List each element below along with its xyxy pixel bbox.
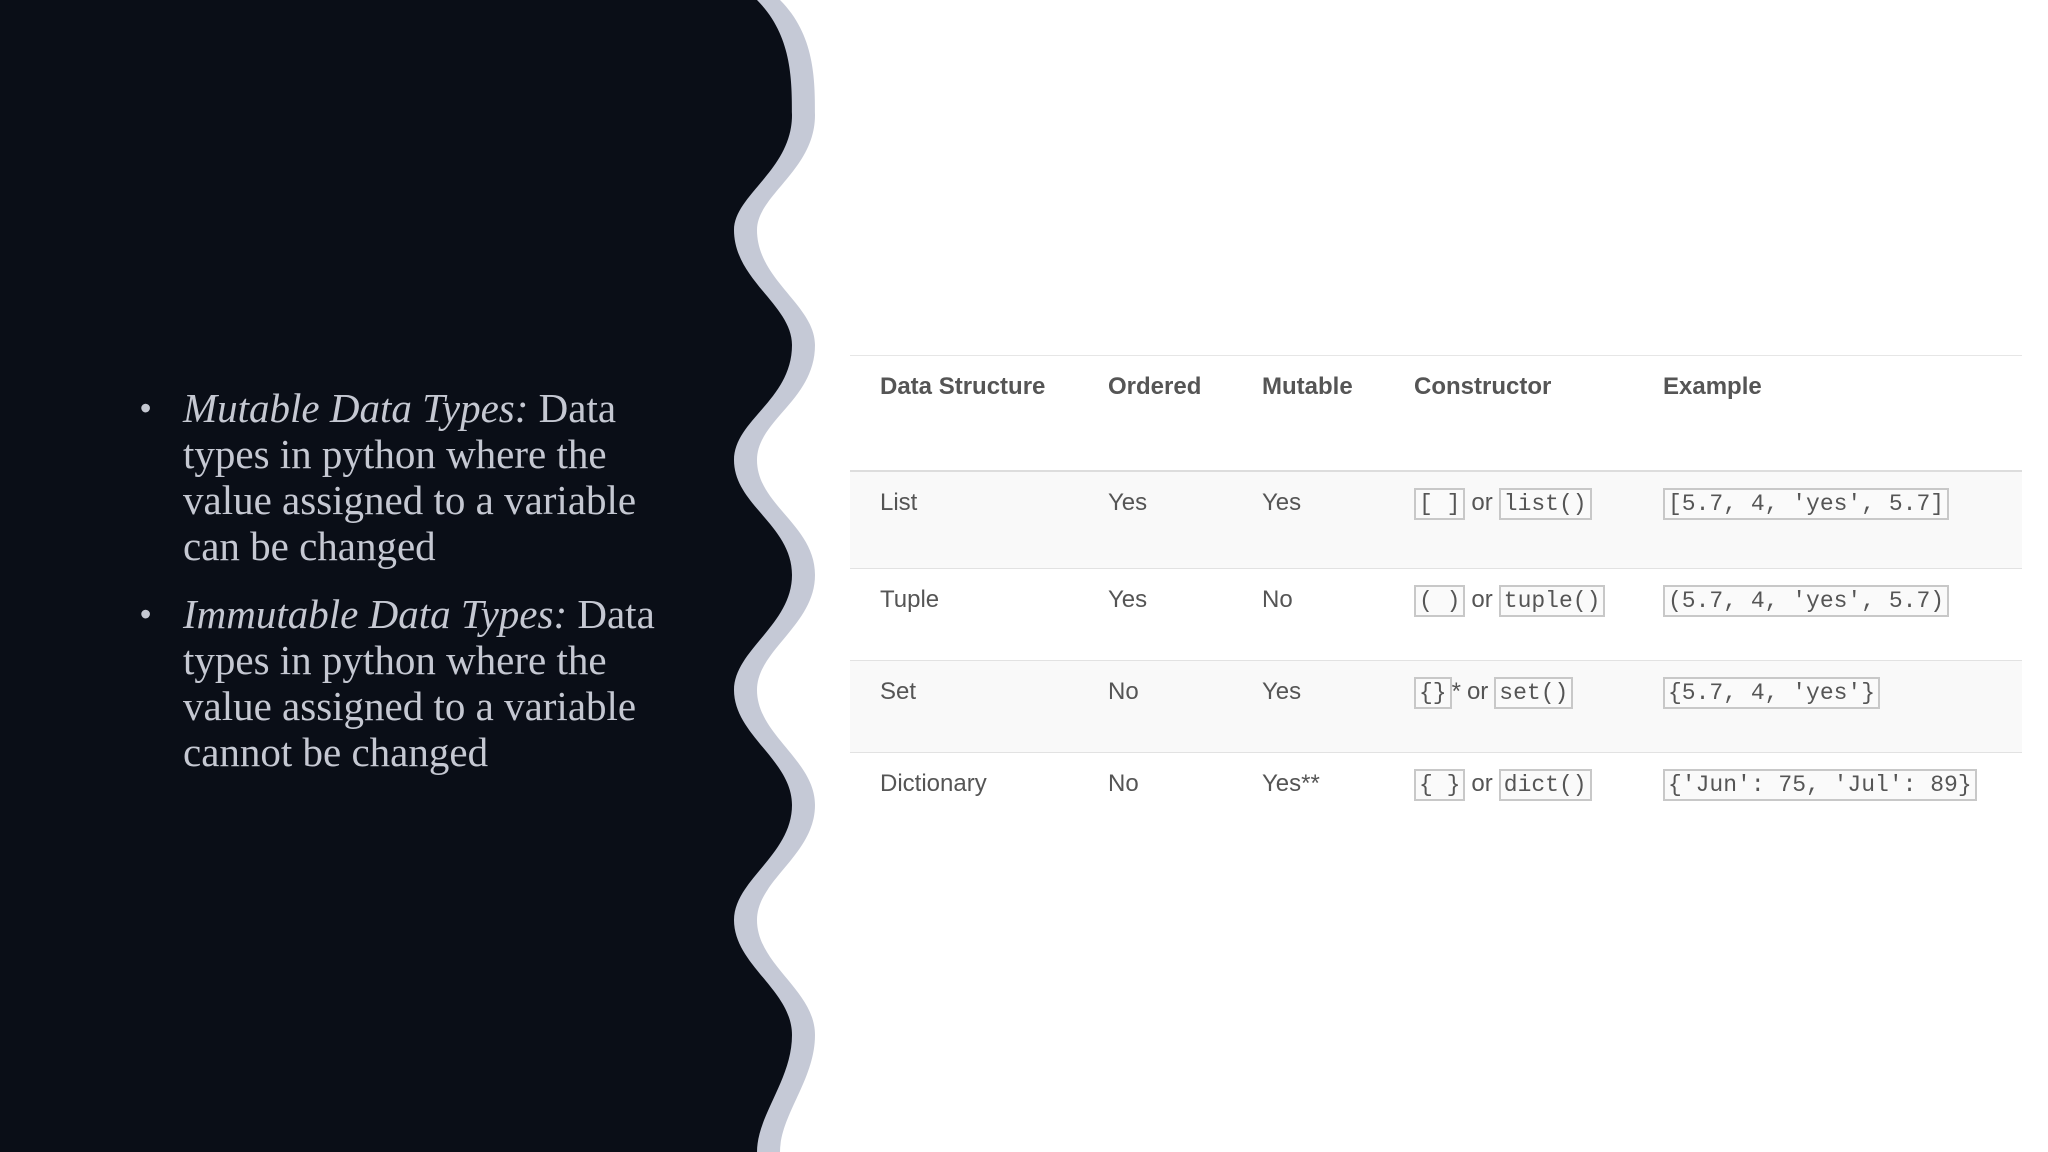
constructor-literal: { }: [1414, 769, 1466, 801]
table-row: List Yes Yes [ ] or list() [5.7, 4, 'yes',…: [850, 471, 2022, 569]
cell-mutable: No: [1232, 568, 1384, 661]
slide: • Mutable Data Types: Data types in pyth…: [0, 0, 2048, 1152]
constructor-function: set(): [1494, 677, 1574, 709]
constructor-or: or: [1471, 770, 1493, 797]
cell-structure: Set: [850, 660, 1078, 753]
bullet-term: Immutable Data Types:: [183, 591, 568, 637]
header-mutable: Mutable: [1232, 356, 1384, 472]
cell-structure: Dictionary: [850, 752, 1078, 830]
cell-ordered: Yes: [1078, 471, 1232, 569]
table-header-row: Data Structure Ordered Mutable Construct…: [850, 356, 2022, 472]
example-code: (5.7, 4, 'yes', 5.7): [1663, 585, 1950, 617]
cell-example: {5.7, 4, 'yes'}: [1633, 660, 2022, 753]
bullet-dot-icon: •: [140, 390, 152, 426]
constructor-literal: {}: [1414, 677, 1452, 709]
cell-constructor: [ ] or list(): [1384, 471, 1633, 569]
cell-constructor: ( ) or tuple(): [1384, 568, 1633, 661]
constructor-function: tuple(): [1498, 585, 1606, 617]
cell-ordered: No: [1078, 660, 1232, 753]
header-data-structure: Data Structure: [850, 356, 1078, 472]
header-constructor: Constructor: [1384, 356, 1633, 472]
cell-mutable: Yes**: [1232, 752, 1384, 830]
cell-ordered: No: [1078, 752, 1232, 830]
table-row: Tuple Yes No ( ) or tuple() (5.7, 4, 'yes'…: [850, 568, 2022, 661]
cell-constructor: {} * or set(): [1384, 660, 1633, 753]
cell-mutable: Yes: [1232, 660, 1384, 753]
constructor-suffix: *: [1451, 678, 1461, 705]
constructor-literal: ( ): [1414, 585, 1466, 617]
constructor-function: dict(): [1498, 769, 1592, 801]
bullet-list: • Mutable Data Types: Data types in pyth…: [140, 385, 700, 797]
bullet-item-immutable: • Immutable Data Types: Data types in py…: [140, 591, 700, 775]
cell-mutable: Yes: [1232, 471, 1384, 569]
data-structure-table: Data Structure Ordered Mutable Construct…: [850, 355, 2022, 830]
bullet-item-mutable: • Mutable Data Types: Data types in pyth…: [140, 385, 700, 569]
table-row: Dictionary No Yes** { } or dict() {'Jun': …: [850, 752, 2022, 830]
example-code: [5.7, 4, 'yes', 5.7]: [1663, 488, 1950, 520]
constructor-literal: [ ]: [1414, 488, 1466, 520]
table-row: Set No Yes {} * or set() {5.7, 4, 'yes'}: [850, 660, 2022, 753]
constructor-or: or: [1471, 586, 1493, 613]
example-code: {'Jun': 75, 'Jul': 89}: [1663, 769, 1977, 801]
cell-constructor: { } or dict(): [1384, 752, 1633, 830]
cell-ordered: Yes: [1078, 568, 1232, 661]
cell-example: {'Jun': 75, 'Jul': 89}: [1633, 752, 2022, 830]
constructor-or: or: [1471, 489, 1493, 516]
constructor-function: list(): [1498, 488, 1592, 520]
bullet-term: Mutable Data Types:: [183, 385, 529, 431]
bullet-dot-icon: •: [140, 596, 152, 632]
cell-structure: Tuple: [850, 568, 1078, 661]
cell-example: [5.7, 4, 'yes', 5.7]: [1633, 471, 2022, 569]
cell-example: (5.7, 4, 'yes', 5.7): [1633, 568, 2022, 661]
constructor-or: or: [1466, 678, 1489, 705]
cell-structure: List: [850, 471, 1078, 569]
header-example: Example: [1633, 356, 2022, 472]
header-ordered: Ordered: [1078, 356, 1232, 472]
example-code: {5.7, 4, 'yes'}: [1663, 677, 1881, 709]
